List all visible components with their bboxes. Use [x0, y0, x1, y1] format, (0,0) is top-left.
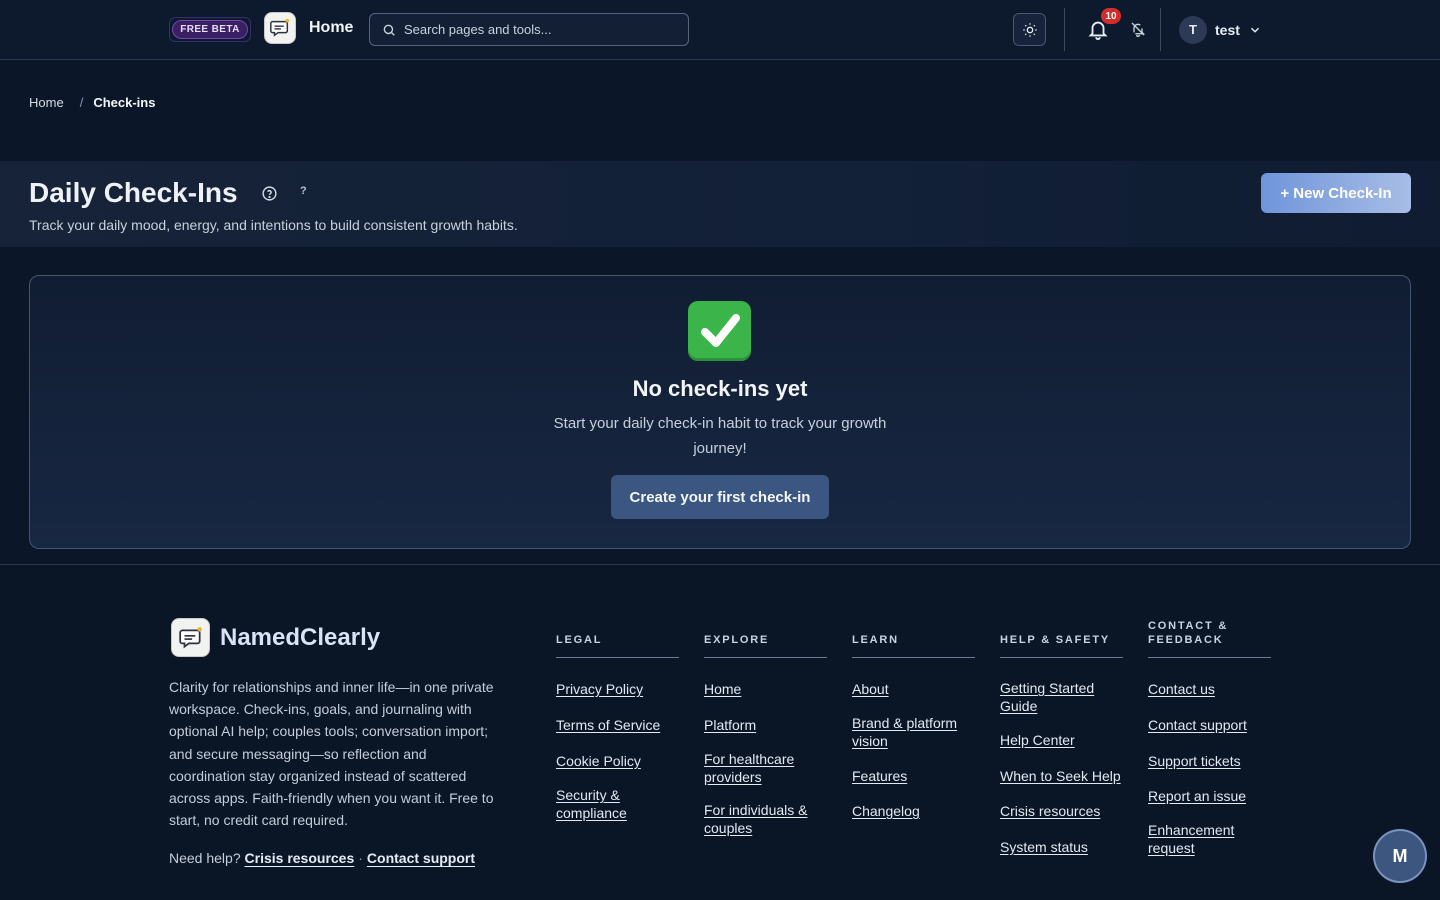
footer-column-contact-feedback: CONTACT & FEEDBACK Contact us Contact su…: [1148, 620, 1271, 856]
footer-link[interactable]: Terms of Service: [556, 716, 679, 734]
divider: [1064, 8, 1065, 51]
footer-link[interactable]: Cookie Policy: [556, 752, 679, 770]
bell-off-icon: [1131, 22, 1145, 37]
username: test: [1215, 21, 1240, 38]
chat-logo-icon: [178, 626, 202, 648]
need-help-label: Need help?: [169, 850, 241, 866]
crisis-resources-link[interactable]: Crisis resources: [245, 850, 355, 866]
search-box[interactable]: [369, 13, 689, 46]
footer-help-line: Need help? Crisis resources · Contact supp…: [169, 850, 475, 866]
footer-link[interactable]: Report an issue: [1148, 787, 1271, 805]
footer-link[interactable]: System status: [1000, 838, 1123, 856]
avatar: T: [1179, 15, 1207, 44]
footer-link[interactable]: Help Center: [1000, 731, 1123, 749]
breadcrumb-current: Check-ins: [93, 95, 156, 110]
breadcrumb-home-link[interactable]: Home: [29, 95, 64, 110]
page-subtitle: Track your daily mood, energy, and inten…: [29, 217, 518, 233]
user-menu[interactable]: T test: [1179, 15, 1262, 44]
footer-logo[interactable]: [171, 618, 210, 657]
contact-support-link[interactable]: Contact support: [367, 850, 475, 866]
footer-column-explore: EXPLORE Home Platform For healthcare pro…: [704, 620, 827, 836]
create-first-check-in-button[interactable]: Create your first check-in: [611, 475, 829, 519]
mute-notifications-button[interactable]: [1128, 19, 1148, 39]
search-icon: [383, 24, 395, 36]
footer-brand-name: NamedClearly: [220, 624, 381, 651]
footer-link[interactable]: Home: [704, 680, 827, 698]
footer-link[interactable]: Brand & platform vision: [852, 714, 967, 750]
footer-link[interactable]: Crisis resources: [1000, 802, 1123, 820]
divider: [1160, 8, 1161, 51]
footer-link[interactable]: Platform: [704, 716, 827, 734]
notification-count-badge: 10: [1101, 8, 1121, 24]
help-button[interactable]: [260, 184, 278, 202]
separator-dot: ·: [358, 850, 363, 866]
footer-column-heading: LEARN: [852, 620, 975, 658]
breadcrumb: Home / Check-ins: [29, 95, 155, 110]
footer-link[interactable]: Support tickets: [1148, 752, 1271, 770]
footer-column-heading: HELP & SAFETY: [1000, 620, 1123, 658]
footer-column-heading: CONTACT & FEEDBACK: [1148, 620, 1271, 658]
search-input[interactable]: [404, 22, 674, 37]
footer-link[interactable]: Security & compliance: [556, 786, 646, 822]
footer-description: Clarity for relationships and inner life…: [169, 679, 494, 829]
footer-column-help-safety: HELP & SAFETY Getting Started Guide Help…: [1000, 620, 1123, 855]
footer-column-heading: LEGAL: [556, 620, 679, 658]
footer-link[interactable]: About: [852, 680, 975, 698]
empty-state-title: No check-ins yet: [632, 376, 808, 401]
footer-link[interactable]: Enhancement request: [1148, 821, 1248, 857]
chevron-down-icon: [1250, 27, 1259, 33]
beta-badge: FREE BETA: [169, 17, 251, 42]
page-title: Daily Check-Ins: [29, 177, 238, 208]
chat-launcher-button[interactable]: M: [1373, 829, 1427, 883]
footer-link[interactable]: For healthcare providers: [704, 750, 814, 786]
footer-link[interactable]: Features: [852, 767, 975, 785]
top-bar: FREE BETA Home 10: [0, 0, 1440, 60]
sun-icon: [1022, 22, 1037, 37]
help-circle-icon: [261, 185, 277, 201]
check-mark-icon: [688, 301, 751, 361]
footer-column-learn: LEARN About Brand & platform vision Feat…: [852, 620, 975, 819]
footer-column-legal: LEGAL Privacy Policy Terms of Service Co…: [556, 620, 679, 821]
footer-link[interactable]: Getting Started Guide: [1000, 679, 1105, 715]
footer-column-heading: EXPLORE: [704, 620, 827, 658]
footer-link[interactable]: Contact us: [1148, 680, 1271, 698]
breadcrumb-separator: /: [79, 95, 84, 110]
footer-link[interactable]: For individuals & couples: [704, 801, 814, 837]
beta-badge-label: FREE BETA: [172, 20, 248, 39]
help-tooltip-trigger[interactable]: ?: [300, 185, 307, 197]
theme-toggle-button[interactable]: [1013, 13, 1046, 46]
footer-link[interactable]: Changelog: [852, 802, 975, 820]
footer-link[interactable]: Contact support: [1148, 716, 1271, 734]
footer-link[interactable]: When to Seek Help: [1000, 767, 1123, 785]
new-check-in-button[interactable]: + New Check-In: [1261, 173, 1411, 213]
app-logo[interactable]: [264, 12, 296, 44]
empty-state-description: Start your daily check-in habit to track…: [553, 415, 887, 457]
top-bar-title[interactable]: Home: [309, 19, 353, 37]
footer-link[interactable]: Privacy Policy: [556, 680, 679, 698]
chat-logo-icon: [270, 18, 290, 37]
